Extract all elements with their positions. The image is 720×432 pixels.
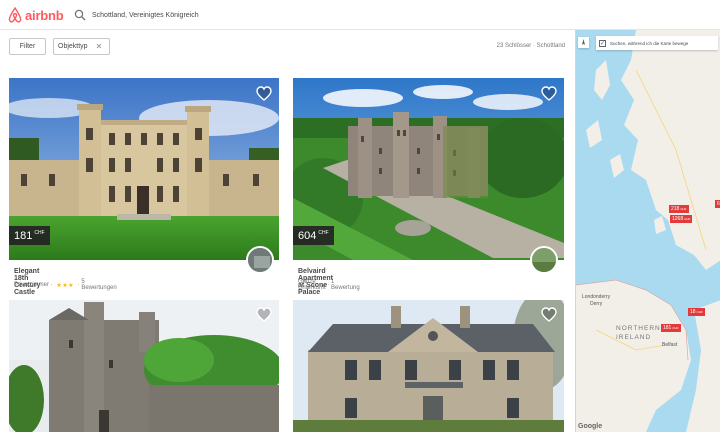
price-currency: CHF: [34, 230, 45, 236]
listing-photo[interactable]: [9, 300, 279, 432]
pin-price: 1268: [672, 216, 684, 222]
map-label-belfast: Belfast: [662, 342, 678, 348]
listing-photo[interactable]: [293, 78, 564, 260]
price-tag: 181 CHF: [9, 226, 50, 245]
map-label-londonderry: Londonderry: [582, 294, 611, 300]
review-count: 1 Bewertung: [331, 279, 360, 291]
price-value: 181: [14, 229, 33, 242]
room-type: Privatzimmer: [14, 282, 50, 288]
search-icon: [74, 9, 86, 21]
search-input[interactable]: Schottland, Vereinigtes Königreich: [92, 12, 199, 19]
map-price-pin[interactable]: 18 CHF: [688, 308, 705, 316]
pin-price: 18: [690, 309, 696, 315]
remove-filter-icon[interactable]: ✕: [96, 42, 103, 51]
listing-meta: Ganze Unterkunft · 1 Bewertung: [298, 279, 360, 291]
map-location-icon[interactable]: [578, 37, 589, 48]
map-price-pin[interactable]: 218 CHF: [669, 205, 689, 213]
map-price-pin[interactable]: 604: [715, 200, 720, 208]
map-panel[interactable]: ✓ Suchen, während ich die Karte bewege 2…: [575, 30, 720, 432]
property-type-label: Objekttyp: [58, 43, 88, 50]
price-currency: CHF: [318, 230, 329, 236]
listing-photo[interactable]: [293, 300, 564, 432]
rating-stars: ★★★: [56, 282, 74, 289]
search-on-map-move-label: Suchen, während ich die Karte bewege: [610, 40, 689, 46]
heart-icon[interactable]: [541, 307, 557, 322]
filter-button[interactable]: Filter: [9, 38, 46, 55]
search-on-map-move-toggle[interactable]: ✓ Suchen, während ich die Karte bewege: [596, 36, 718, 50]
palace-aerial-photo-image: [293, 78, 564, 260]
host-avatar[interactable]: [530, 246, 558, 274]
airbnb-logo-icon: [8, 7, 22, 23]
map-price-pin[interactable]: 1268 CHF: [670, 215, 693, 223]
heart-icon[interactable]: [541, 86, 557, 101]
map-label-northern-ireland: NORTHERN IRELAND: [616, 325, 661, 341]
price-tag: 604 CHF: [293, 226, 334, 245]
stone-castle-photo-image: [9, 300, 279, 432]
listing-meta: Privatzimmer · ★★★ · 5 Bewertungen: [14, 279, 117, 291]
pin-currency: CHF: [680, 207, 687, 211]
top-bar: airbnb Schottland, Vereinigtes Königreic…: [0, 0, 720, 30]
filter-bar: Filter Objekttyp ✕ 23 Schlösser · Schott…: [0, 30, 575, 62]
map-label-derry: Derry: [590, 301, 603, 307]
review-count: 5 Bewertungen: [81, 279, 117, 291]
heart-icon[interactable]: [256, 86, 272, 101]
property-type-chip[interactable]: Objekttyp ✕: [53, 38, 110, 55]
google-attribution: Google: [578, 423, 603, 430]
checkbox-icon[interactable]: ✓: [599, 39, 606, 47]
result-count: 23 Schlösser · Schottland: [496, 43, 565, 49]
search-box[interactable]: Schottland, Vereinigtes Königreich: [74, 6, 199, 24]
brand-name: airbnb: [25, 7, 64, 23]
manor-house-photo-image: [293, 300, 564, 432]
host-avatar-image: [248, 248, 272, 272]
host-avatar-image: [532, 248, 556, 272]
heart-icon[interactable]: [256, 307, 272, 322]
filter-button-label: Filter: [19, 43, 36, 50]
price-value: 604: [298, 229, 317, 242]
pin-price: 218: [671, 206, 680, 212]
pin-currency: CHF: [696, 310, 703, 314]
map-land-image: [576, 30, 720, 432]
pin-currency: CHF: [684, 217, 691, 221]
host-avatar[interactable]: [246, 246, 274, 274]
airbnb-logo[interactable]: airbnb: [8, 6, 64, 24]
room-type: Ganze Unterkunft: [298, 279, 326, 291]
